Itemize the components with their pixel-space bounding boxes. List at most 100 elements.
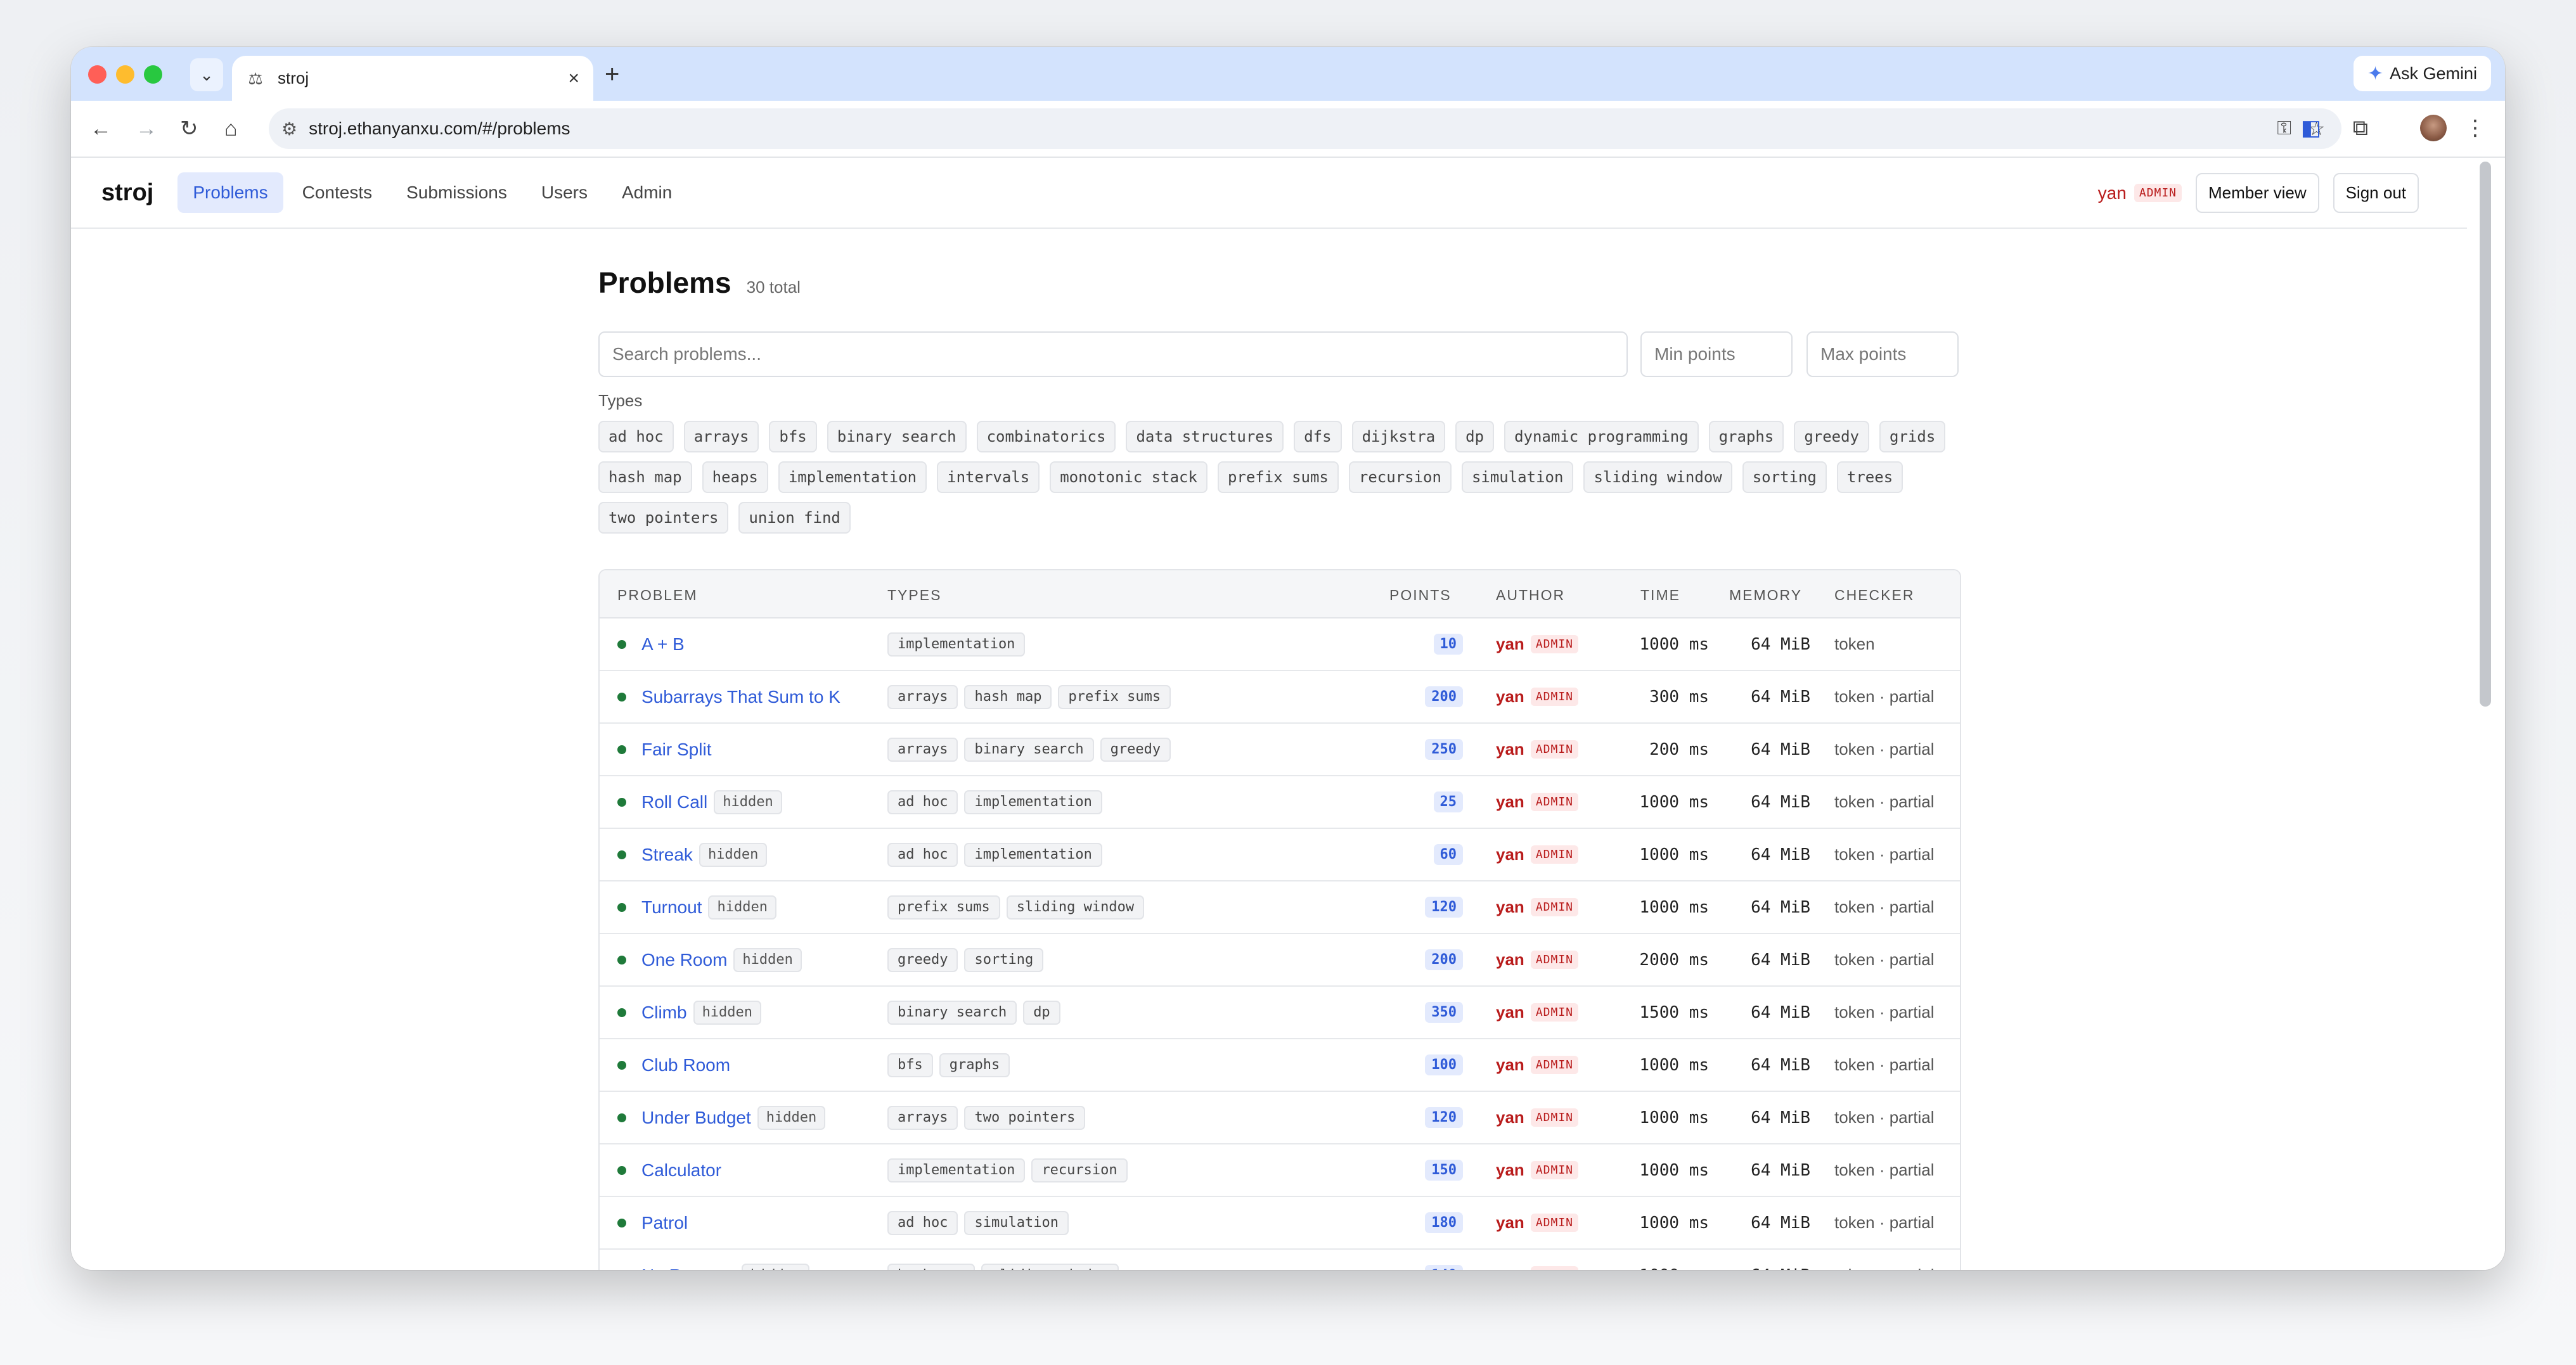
header-types[interactable]: TYPES <box>887 587 941 604</box>
type-chip[interactable]: prefix sums <box>1217 461 1339 493</box>
type-chip[interactable]: simulation <box>1461 461 1574 493</box>
type-chip[interactable]: heaps <box>702 461 768 493</box>
type-chip[interactable]: intervals <box>937 461 1040 493</box>
table-row[interactable]: A + B implementation 10 yan ADMIN 1000 ms 64 M… <box>600 618 1960 671</box>
address-bar[interactable]: ⚙ stroj.ethanyanxu.com/#/problems ⚿ ☆ <box>269 108 2341 149</box>
problem-link[interactable]: Patrol <box>641 1213 688 1233</box>
ask-gemini-button[interactable]: ✦ Ask Gemini <box>2353 56 2491 91</box>
nav-problems[interactable]: Problems <box>177 172 283 213</box>
tab-search-chevron-down-icon[interactable]: ⌄ <box>190 58 223 91</box>
author-name[interactable]: yan <box>1496 740 1524 759</box>
header-points[interactable]: POINTS <box>1389 587 1452 604</box>
type-chip[interactable]: recursion <box>1348 461 1452 493</box>
table-row[interactable]: No Repeats hidden hash map sliding window 14… <box>600 1250 1960 1270</box>
nav-submissions[interactable]: Submissions <box>391 172 522 213</box>
brand-logo[interactable]: stroj <box>101 179 153 207</box>
author-name[interactable]: yan <box>1496 792 1524 812</box>
scrollbar-thumb[interactable] <box>2480 162 2491 707</box>
type-chip[interactable]: bfs <box>769 421 817 452</box>
problem-link[interactable]: Calculator <box>641 1160 721 1181</box>
problem-link[interactable]: Fair Split <box>641 740 711 760</box>
type-chip[interactable]: greedy <box>1794 421 1870 452</box>
table-row[interactable]: Roll Call hidden ad hoc implementation 25 yan… <box>600 776 1960 829</box>
new-tab-plus-icon[interactable]: + <box>605 60 619 89</box>
type-chip[interactable]: trees <box>1836 461 1903 493</box>
author-name[interactable]: yan <box>1496 1108 1524 1127</box>
table-row[interactable]: Subarrays That Sum to K arrays hash map pre… <box>600 671 1960 724</box>
type-chip[interactable]: implementation <box>778 461 927 493</box>
sign-out-button[interactable]: Sign out <box>2333 173 2419 213</box>
type-chip[interactable]: union find <box>738 502 851 534</box>
table-row[interactable]: Streak hidden ad hoc implementation 60 yan ADM… <box>600 829 1960 881</box>
table-row[interactable]: Calculator implementation recursion 150 yan A… <box>600 1144 1960 1197</box>
type-chip[interactable]: monotonic stack <box>1050 461 1208 493</box>
site-settings-icon[interactable]: ⚙ <box>281 119 297 139</box>
address-url[interactable]: stroj.ethanyanxu.com/#/problems <box>309 119 2277 139</box>
problem-link[interactable]: Club Room <box>641 1055 730 1075</box>
problem-link[interactable]: Subarrays That Sum to K <box>641 687 840 707</box>
close-window-button[interactable] <box>88 65 106 84</box>
back-arrow-icon[interactable]: ← <box>90 115 112 143</box>
minimize-window-button[interactable] <box>116 65 134 84</box>
password-key-icon[interactable]: ⚿ <box>2277 118 2291 139</box>
extension-badge-icon[interactable]: ◧ <box>2301 113 2321 143</box>
table-row[interactable]: Fair Split arrays binary search greedy 250 ya… <box>600 724 1960 776</box>
menu-kebab-icon[interactable]: ⋮ <box>2464 113 2486 143</box>
profile-avatar[interactable] <box>2420 115 2447 141</box>
author-name[interactable]: yan <box>1496 634 1524 654</box>
forward-arrow-icon[interactable]: → <box>136 115 157 143</box>
table-row[interactable]: Turnout hidden prefix sums sliding window 12… <box>600 881 1960 934</box>
type-chip[interactable]: ad hoc <box>598 421 674 452</box>
reload-icon[interactable]: ↻ <box>180 115 198 143</box>
header-memory[interactable]: MEMORY <box>1729 587 1802 604</box>
type-chip[interactable]: combinatorics <box>976 421 1116 452</box>
problem-link[interactable]: Streak <box>641 845 693 865</box>
table-row[interactable]: Under Budget hidden arrays two pointers 120 y… <box>600 1092 1960 1144</box>
header-author[interactable]: AUTHOR <box>1496 587 1565 604</box>
problem-link[interactable]: Roll Call <box>641 792 707 812</box>
problem-link[interactable]: No Repeats <box>641 1266 735 1271</box>
page-scrollbar[interactable] <box>2467 158 2505 1270</box>
author-name[interactable]: yan <box>1496 1160 1524 1180</box>
nav-users[interactable]: Users <box>526 172 603 213</box>
type-chip[interactable]: dp <box>1455 421 1495 452</box>
author-name[interactable]: yan <box>1496 897 1524 917</box>
header-time[interactable]: TIME <box>1640 587 1680 604</box>
header-problem[interactable]: PROBLEM <box>617 587 697 604</box>
type-chip[interactable]: dfs <box>1294 421 1342 452</box>
author-name[interactable]: yan <box>1496 1266 1524 1270</box>
problem-link[interactable]: Turnout <box>641 897 702 918</box>
author-name[interactable]: yan <box>1496 1213 1524 1233</box>
search-input[interactable]: Search problems... <box>598 331 1628 377</box>
problem-link[interactable]: Under Budget <box>641 1108 751 1128</box>
extensions-puzzle-icon[interactable]: ⧉ <box>2353 113 2368 143</box>
max-points-input[interactable]: Max points <box>1806 331 1959 377</box>
tab-close-icon[interactable]: × <box>568 68 579 89</box>
nav-admin[interactable]: Admin <box>607 172 687 213</box>
problem-link[interactable]: One Room <box>641 950 727 970</box>
table-row[interactable]: Climb hidden binary search dp 350 yan ADMIN 150… <box>600 987 1960 1039</box>
maximize-window-button[interactable] <box>144 65 162 84</box>
table-row[interactable]: One Room hidden greedy sorting 200 yan ADMIN 20… <box>600 934 1960 987</box>
problem-link[interactable]: Climb <box>641 1003 687 1023</box>
table-row[interactable]: Club Room bfs graphs 100 yan ADMIN 1000 ms 64 M… <box>600 1039 1960 1092</box>
home-icon[interactable]: ⌂ <box>224 115 238 143</box>
type-chip[interactable]: two pointers <box>598 502 729 534</box>
member-view-button[interactable]: Member view <box>2196 173 2319 213</box>
type-chip[interactable]: dijkstra <box>1351 421 1446 452</box>
type-chip[interactable]: data structures <box>1126 421 1284 452</box>
type-chip[interactable]: binary search <box>827 421 967 452</box>
type-chip[interactable]: hash map <box>598 461 692 493</box>
author-name[interactable]: yan <box>1496 1003 1524 1022</box>
problem-link[interactable]: A + B <box>641 634 685 655</box>
type-chip[interactable]: sorting <box>1742 461 1827 493</box>
header-checker[interactable]: CHECKER <box>1834 587 1914 604</box>
author-name[interactable]: yan <box>1496 1055 1524 1075</box>
browser-tab[interactable]: ⚖ stroj × <box>232 56 593 101</box>
type-chip[interactable]: grids <box>1879 421 1946 452</box>
type-chip[interactable]: graphs <box>1708 421 1784 452</box>
min-points-input[interactable]: Min points <box>1640 331 1793 377</box>
table-row[interactable]: Patrol ad hoc simulation 180 yan ADMIN 1000 ms… <box>600 1197 1960 1250</box>
author-name[interactable]: yan <box>1496 687 1524 707</box>
author-name[interactable]: yan <box>1496 950 1524 970</box>
